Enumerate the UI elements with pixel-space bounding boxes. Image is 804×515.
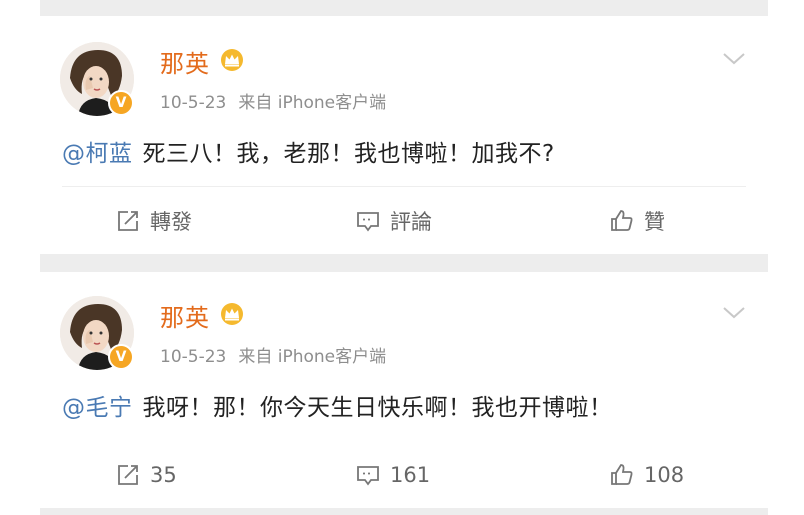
post-time: 10-5-23 bbox=[160, 347, 227, 367]
post-meta: 10-5-23 来自 iPhone客户端 bbox=[160, 88, 386, 113]
post-text: @毛宁 我呀！那！你今天生日快乐啊！我也开博啦！ bbox=[62, 388, 613, 422]
repost-button[interactable]: 轉發 bbox=[116, 188, 192, 254]
divider bbox=[62, 186, 746, 187]
repost-icon bbox=[118, 465, 138, 485]
verified-badge-icon: V bbox=[108, 90, 134, 116]
post-source[interactable]: 来自 iPhone客户端 bbox=[238, 93, 386, 113]
like-count: 108 bbox=[644, 463, 685, 487]
author-name[interactable]: 那英 bbox=[160, 44, 210, 79]
repost-button[interactable]: 35 bbox=[116, 442, 177, 508]
repost-icon bbox=[118, 211, 138, 231]
like-button[interactable]: 108 bbox=[610, 442, 684, 508]
weibo-post[interactable]: V 那英 10-5-23 来自 iPhone客户端 @毛宁 我呀！那！你今天生日快乐… bbox=[40, 272, 768, 508]
repost-label: 轉發 bbox=[150, 210, 192, 234]
comment-button[interactable]: 161 bbox=[356, 442, 430, 508]
chevron-down-icon[interactable] bbox=[722, 306, 746, 320]
post-source[interactable]: 来自 iPhone客户端 bbox=[238, 347, 386, 367]
repost-count: 35 bbox=[150, 463, 177, 487]
feed-separator bbox=[40, 508, 768, 515]
action-bar: 轉發 評論 贊 bbox=[40, 188, 768, 254]
mention-link[interactable]: @毛宁 bbox=[62, 395, 133, 421]
post-body: 我呀！那！你今天生日快乐啊！我也开博啦！ bbox=[142, 395, 613, 421]
like-button[interactable]: 贊 bbox=[610, 188, 665, 254]
chevron-down-icon[interactable] bbox=[722, 52, 746, 66]
post-text: @柯蓝 死三八！我，老那！我也博啦！加我不? bbox=[62, 134, 555, 168]
crown-icon[interactable] bbox=[220, 48, 244, 72]
action-bar: 35 161 108 bbox=[40, 442, 768, 508]
thumbs-up-icon bbox=[611, 210, 633, 231]
weibo-post[interactable]: V 那英 10-5-23 来自 iPhone客户端 @柯蓝 死三八！我，老那！我也博… bbox=[40, 18, 768, 254]
thumbs-up-icon bbox=[611, 464, 633, 485]
comment-label: 評論 bbox=[390, 210, 432, 234]
feed-separator bbox=[40, 0, 768, 16]
comment-icon bbox=[357, 466, 379, 486]
post-body: 死三八！我，老那！我也博啦！加我不? bbox=[142, 141, 555, 167]
crown-icon[interactable] bbox=[220, 302, 244, 326]
post-time: 10-5-23 bbox=[160, 93, 227, 113]
feed-separator bbox=[40, 254, 768, 272]
like-label: 贊 bbox=[644, 210, 665, 234]
post-meta: 10-5-23 来自 iPhone客户端 bbox=[160, 342, 386, 367]
comment-icon bbox=[357, 212, 379, 232]
comment-count: 161 bbox=[390, 463, 431, 487]
author-name[interactable]: 那英 bbox=[160, 298, 210, 333]
verified-badge-icon: V bbox=[108, 344, 134, 370]
comment-button[interactable]: 評論 bbox=[356, 188, 432, 254]
mention-link[interactable]: @柯蓝 bbox=[62, 141, 133, 167]
